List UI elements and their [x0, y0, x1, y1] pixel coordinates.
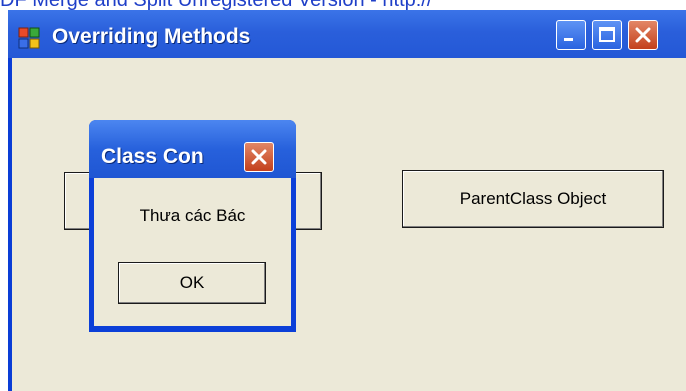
minimize-icon	[564, 38, 573, 41]
dialog-body: Thưa các Bác OK	[94, 178, 291, 326]
maximize-icon	[599, 27, 615, 42]
dialog-close-button[interactable]	[244, 142, 274, 172]
parentclass-object-button[interactable]: ParentClass Object	[402, 170, 664, 228]
window-titlebar[interactable]: Overriding Methods	[8, 10, 686, 58]
ok-button[interactable]: OK	[118, 262, 266, 304]
minimize-button[interactable]	[556, 20, 586, 50]
app-form-icon[interactable]	[18, 27, 40, 49]
window-title: Overriding Methods	[52, 25, 251, 48]
dialog-message: Thưa các Bác	[139, 206, 246, 225]
message-dialog: Class Con Thưa các Bác OK	[89, 120, 296, 332]
dialog-title: Class Con	[101, 145, 204, 168]
window-left-border	[8, 10, 12, 391]
close-button[interactable]	[628, 20, 658, 50]
close-icon	[251, 149, 267, 165]
close-icon	[635, 27, 651, 43]
maximize-button[interactable]	[592, 20, 622, 50]
